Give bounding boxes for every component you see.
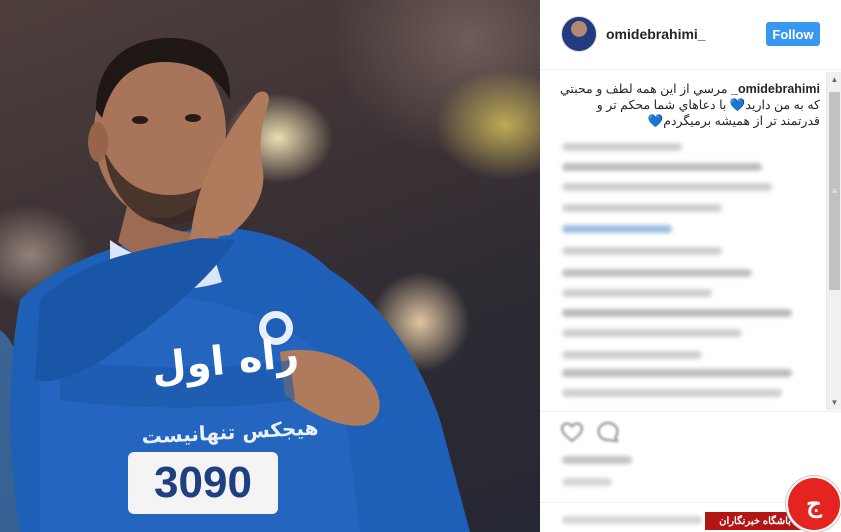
blurred-comment-row xyxy=(562,309,792,317)
watermark-logo: ج xyxy=(786,476,841,532)
blurred-comment-row xyxy=(562,269,752,277)
watermark-logo-letter: ج xyxy=(806,490,822,518)
post-header: omidebrahimi_ Follow xyxy=(540,0,841,70)
heart-icon[interactable] xyxy=(560,420,584,444)
blurred-comment-row xyxy=(562,389,782,397)
blurred-comment-row xyxy=(562,247,722,255)
comment-icon[interactable] xyxy=(596,420,620,444)
scroll-thumb[interactable]: ≡ xyxy=(829,92,840,290)
blurred-timestamp xyxy=(562,478,612,486)
caption-username[interactable]: omidebrahimi_ xyxy=(731,82,820,96)
jersey-number-text: 3090 xyxy=(154,458,252,507)
blurred-comment-row xyxy=(562,369,792,377)
blurred-comment-row xyxy=(562,204,722,212)
follow-button[interactable]: Follow xyxy=(766,22,820,46)
scroll-down-icon[interactable]: ▼ xyxy=(827,395,841,410)
comments-scrollbar[interactable]: ▲ ≡ ▼ xyxy=(826,72,841,410)
username-link[interactable]: omidebrahimi_ xyxy=(606,26,706,42)
blurred-comment-row xyxy=(562,351,702,359)
blurred-comment-row xyxy=(562,163,762,171)
blurred-likes-count xyxy=(562,456,632,464)
blurred-comment-row xyxy=(562,225,672,233)
post-photo[interactable]: راه اول هیجکس تنهانیست 3090 xyxy=(0,0,540,532)
blurred-comment-row xyxy=(562,289,712,297)
blurred-comment-row xyxy=(562,183,772,191)
post-caption: omidebrahimi_ مرسي از اين همه لطف و محبت… xyxy=(558,81,820,129)
avatar[interactable] xyxy=(561,16,597,52)
player-illustration xyxy=(0,38,470,532)
blurred-add-comment xyxy=(562,516,702,524)
post-side-panel: omidebrahimi_ Follow omidebrahimi_ مرسي … xyxy=(540,0,841,532)
blurred-comment-row xyxy=(562,143,682,151)
scroll-up-icon[interactable]: ▲ xyxy=(827,72,841,87)
blurred-comment-row xyxy=(562,329,742,337)
comments-area: omidebrahimi_ مرسي از اين همه لطف و محبت… xyxy=(540,71,841,411)
